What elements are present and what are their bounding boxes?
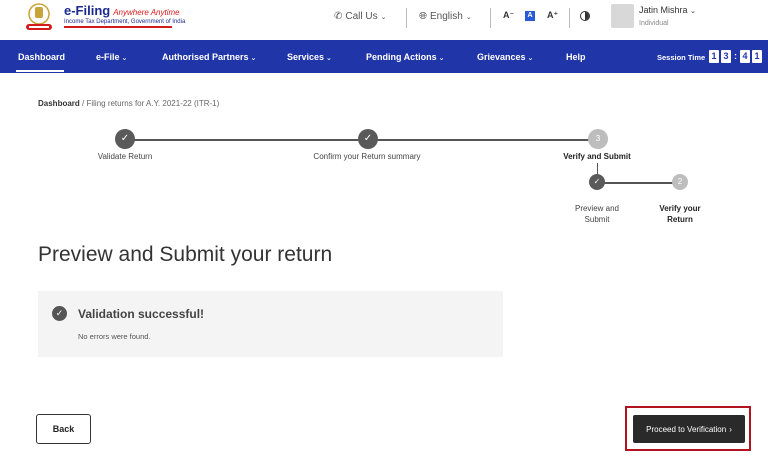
- font-increase-button[interactable]: A⁺: [547, 10, 558, 21]
- proceed-label: Proceed to Verification: [646, 424, 727, 434]
- session-colon: :: [734, 51, 737, 61]
- validation-title: Validation successful!: [78, 307, 205, 321]
- step-check-icon: ✓: [115, 129, 135, 149]
- step-check-icon: ✓: [358, 129, 378, 149]
- substep-label-verify: Verify your Return: [659, 204, 701, 224]
- nav-item-efile[interactable]: e-File ⌄: [96, 52, 127, 62]
- main-nav: Dashboard e-File ⌄ Authorised Partners ⌄ S…: [0, 40, 768, 73]
- font-default-button[interactable]: A: [525, 11, 535, 21]
- logo-subtitle: Income Tax Department, Government of Ind…: [64, 19, 186, 25]
- back-button[interactable]: Back: [36, 414, 91, 444]
- nav-item-authorised-partners[interactable]: Authorised Partners ⌄: [162, 52, 256, 62]
- substep-label-preview: Preview and Submit: [574, 204, 620, 224]
- breadcrumb: Dashboard / Filing returns for A.Y. 2021…: [38, 99, 219, 108]
- divider: [490, 8, 491, 28]
- step-label-confirm: Confirm your Return summary: [313, 152, 421, 161]
- validation-message: No errors were found.: [78, 332, 151, 341]
- language-label: English: [430, 11, 463, 22]
- efiling-logo[interactable]: e-Filing Anywhere Anytime Income Tax Depa…: [64, 3, 185, 25]
- nav-item-services[interactable]: Services ⌄: [287, 52, 332, 62]
- nav-item-pending-actions[interactable]: Pending Actions ⌄: [366, 52, 445, 62]
- session-digit: 1: [752, 50, 762, 63]
- nav-item-dashboard[interactable]: Dashboard: [18, 52, 65, 62]
- substep-number-2: 2: [672, 174, 688, 190]
- logo-title: e-Filing: [64, 3, 111, 18]
- chevron-down-icon: ⌄: [121, 55, 128, 62]
- font-decrease-button[interactable]: A⁻: [503, 10, 514, 21]
- globe-icon: 🌐︎: [419, 11, 427, 22]
- session-time-label: Session Time: [657, 53, 706, 62]
- nav-active-indicator: [16, 70, 64, 72]
- divider: [569, 8, 570, 28]
- user-menu[interactable]: Jatin Mishra ⌄: [639, 5, 696, 15]
- session-digit: 1: [709, 50, 719, 63]
- call-us-label: Call Us: [345, 11, 378, 22]
- stepper-line: [125, 139, 368, 141]
- call-us-dropdown[interactable]: ✆ Call Us ⌄: [334, 11, 387, 22]
- check-circle-icon: ✓: [52, 306, 67, 321]
- proceed-to-verification-button[interactable]: Proceed to Verification ›: [633, 415, 745, 443]
- substep-check-icon: ✓: [589, 174, 605, 190]
- logo-tagline: Anywhere Anytime: [113, 8, 180, 17]
- session-digit: 4: [740, 50, 750, 63]
- stepper-line: [368, 139, 598, 141]
- chevron-right-icon: ›: [729, 424, 732, 434]
- user-name: Jatin Mishra: [639, 5, 688, 15]
- step-label-validate: Validate Return: [97, 152, 153, 161]
- india-emblem-icon: [26, 3, 52, 30]
- logo-underline: [64, 26, 172, 28]
- breadcrumb-current: / Filing returns for A.Y. 2021-22 (ITR-1…: [82, 99, 220, 108]
- step-number-3: 3: [588, 129, 608, 149]
- language-dropdown[interactable]: 🌐︎ English ⌄: [419, 11, 472, 22]
- session-digit: 3: [721, 50, 731, 63]
- chevron-down-icon: ⌄: [527, 55, 534, 62]
- chevron-down-icon: ⌄: [326, 55, 332, 62]
- phone-icon: ✆: [334, 11, 343, 22]
- chevron-down-icon: ⌄: [690, 8, 696, 15]
- chevron-down-icon: ⌄: [380, 13, 387, 21]
- chevron-down-icon: ⌄: [465, 13, 472, 21]
- page-title: Preview and Submit your return: [38, 243, 333, 266]
- validation-panel: ✓ Validation successful! No errors were …: [38, 291, 503, 357]
- nav-item-grievances[interactable]: Grievances ⌄: [477, 52, 533, 62]
- user-role: Individual: [639, 20, 669, 27]
- chevron-down-icon: ⌄: [438, 55, 445, 62]
- step-label-verify-submit: Verify and Submit: [563, 152, 631, 161]
- divider: [406, 8, 407, 28]
- avatar[interactable]: [611, 4, 634, 28]
- chevron-down-icon: ⌄: [250, 55, 257, 62]
- top-header: e-Filing Anywhere Anytime Income Tax Depa…: [0, 0, 768, 40]
- nav-item-help[interactable]: Help: [566, 52, 586, 62]
- substep-line: [597, 182, 680, 184]
- breadcrumb-dashboard-link[interactable]: Dashboard: [38, 99, 80, 108]
- contrast-toggle-icon[interactable]: [580, 11, 590, 21]
